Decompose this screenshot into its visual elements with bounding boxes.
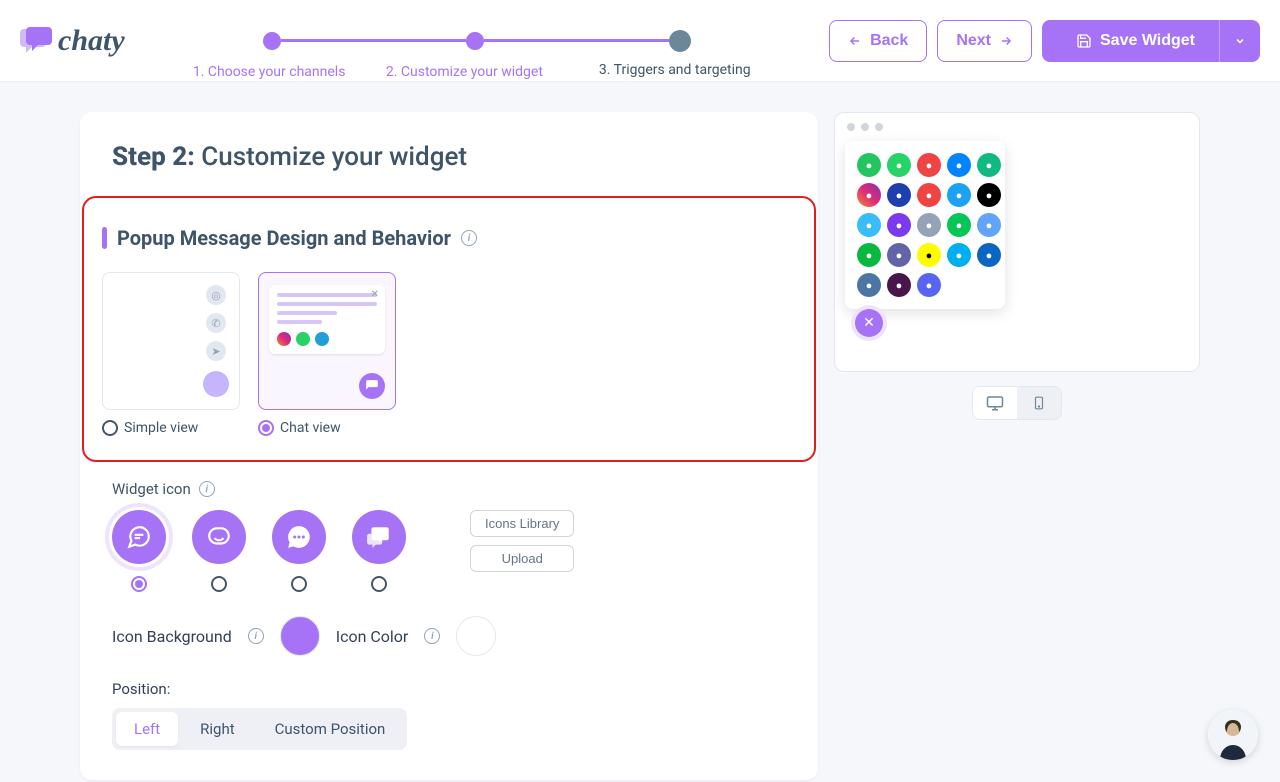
chat-lines-icon xyxy=(126,524,152,550)
page-title: Step 2: Customize your widget xyxy=(80,142,818,196)
instagram-icon[interactable]: ● xyxy=(857,183,881,207)
dots-bubble-icon xyxy=(286,524,312,550)
support-avatar[interactable] xyxy=(1208,710,1258,760)
simple-view-preview: ◎ ✆ ➤ xyxy=(102,272,240,410)
upload-button[interactable]: Upload xyxy=(470,545,574,572)
widget-bubble-icon xyxy=(203,371,229,397)
logo: chaty xyxy=(20,24,125,58)
close-icon: ✕ xyxy=(371,289,379,300)
save-widget-button[interactable]: Save Widget xyxy=(1042,20,1260,62)
back-button[interactable]: Back xyxy=(829,20,927,62)
section-title: Popup Message Design and Behavior xyxy=(117,226,451,250)
widget-icon-section: Widget icon i xyxy=(80,462,818,750)
double-bubble-icon xyxy=(366,524,392,550)
mobile-icon xyxy=(1032,394,1046,412)
messenger-icon[interactable]: ● xyxy=(947,153,971,177)
snapchat-icon[interactable]: ● xyxy=(917,243,941,267)
step-label-2[interactable]: 2. Customize your widget xyxy=(386,64,543,80)
step-dot-1[interactable] xyxy=(263,32,281,50)
device-mobile[interactable] xyxy=(1017,387,1061,419)
maps-icon[interactable]: ● xyxy=(977,153,1001,177)
whatsapp-icon: ✆ xyxy=(206,313,226,333)
widget-icon-label: Widget icon xyxy=(112,480,191,498)
position-label: Position: xyxy=(112,680,786,698)
save-dropdown-toggle[interactable] xyxy=(1219,20,1260,62)
position-segmented: Left Right Custom Position xyxy=(112,708,407,750)
preview-panel: ●●●●●●●●●●●●●●●●●●●●●●● ✕ xyxy=(834,112,1200,780)
view-option-chat[interactable]: ✕ xyxy=(258,272,396,436)
info-icon[interactable]: i xyxy=(424,628,440,644)
widget-icon-option-4[interactable] xyxy=(352,510,406,592)
preview-window: ●●●●●●●●●●●●●●●●●●●●●●● ✕ xyxy=(834,112,1200,372)
viber-icon[interactable]: ● xyxy=(887,213,911,237)
step-dot-3[interactable] xyxy=(669,30,691,52)
channel-popup: ●●●●●●●●●●●●●●●●●●●●●●● xyxy=(845,141,1005,309)
arrow-right-icon xyxy=(999,34,1013,48)
next-button[interactable]: Next xyxy=(937,20,1032,62)
step-label-3[interactable]: 3. Triggers and targeting xyxy=(599,62,751,78)
slack-icon[interactable]: ● xyxy=(887,273,911,297)
instagram-icon: ◎ xyxy=(206,285,226,305)
vk-icon[interactable]: ● xyxy=(857,273,881,297)
widget-close-fab[interactable]: ✕ xyxy=(855,309,883,337)
save-icon xyxy=(1076,33,1092,49)
step-label-1[interactable]: 1. Choose your channels xyxy=(193,64,346,80)
position-left[interactable]: Left xyxy=(116,712,178,746)
tiktok-icon[interactable]: ● xyxy=(977,183,1001,207)
linkedin-icon[interactable]: ● xyxy=(977,243,1001,267)
info-icon[interactable]: i xyxy=(461,230,477,246)
widget-icon-option-2[interactable] xyxy=(192,510,246,592)
device-toggle xyxy=(972,386,1062,420)
chat-view-preview: ✕ xyxy=(258,272,396,410)
contact-icon[interactable]: ● xyxy=(887,183,911,207)
icon-color-swatch[interactable] xyxy=(456,616,496,656)
chat-view-radio[interactable]: Chat view xyxy=(258,420,396,436)
traffic-lights xyxy=(835,113,1199,141)
info-icon[interactable]: i xyxy=(199,481,215,497)
widget-icon-option-3[interactable] xyxy=(272,510,326,592)
logo-text: chaty xyxy=(58,24,125,58)
icon-color-label: Icon Color xyxy=(336,627,409,646)
topbar: chaty 1. Choose your channels 2. Customi… xyxy=(0,0,1280,82)
email-icon[interactable]: ● xyxy=(917,153,941,177)
desktop-icon xyxy=(986,394,1004,412)
smile-bubble-icon xyxy=(206,524,232,550)
phone-icon[interactable]: ● xyxy=(857,153,881,177)
step-line-1 xyxy=(281,39,466,42)
skype-icon[interactable]: ● xyxy=(947,243,971,267)
telegram-icon[interactable]: ● xyxy=(857,213,881,237)
step-line-2 xyxy=(484,39,669,42)
widget-bubble-icon xyxy=(359,373,385,399)
sms-icon[interactable]: ● xyxy=(917,183,941,207)
whatsapp-icon[interactable]: ● xyxy=(887,153,911,177)
form-icon[interactable]: ● xyxy=(917,213,941,237)
arrow-left-icon xyxy=(848,34,862,48)
twitter-icon[interactable]: ● xyxy=(947,183,971,207)
discord-icon[interactable]: ● xyxy=(917,273,941,297)
device-desktop[interactable] xyxy=(973,387,1017,419)
chat-icon[interactable]: ● xyxy=(977,213,1001,237)
popup-design-section: Popup Message Design and Behavior i ◎ ✆ … xyxy=(82,196,816,462)
config-card: Step 2: Customize your widget Popup Mess… xyxy=(80,112,818,780)
line-icon[interactable]: ● xyxy=(947,213,971,237)
chevron-down-icon xyxy=(1234,35,1246,47)
top-actions: Back Next Save Widget xyxy=(829,20,1260,62)
wechat-icon[interactable]: ● xyxy=(857,243,881,267)
simple-view-radio[interactable]: Simple view xyxy=(102,420,240,436)
icon-bg-swatch[interactable] xyxy=(280,616,320,656)
telegram-icon: ➤ xyxy=(206,341,226,361)
step-dot-2[interactable] xyxy=(466,32,484,50)
section-accent xyxy=(102,227,107,249)
view-option-simple[interactable]: ◎ ✆ ➤ Simple view xyxy=(102,272,240,436)
position-right[interactable]: Right xyxy=(182,712,252,746)
icon-bg-label: Icon Background xyxy=(112,627,232,646)
chat-icon xyxy=(20,27,52,55)
info-icon[interactable]: i xyxy=(248,628,264,644)
teams-icon[interactable]: ● xyxy=(887,243,911,267)
icons-library-button[interactable]: Icons Library xyxy=(470,510,574,537)
stepper: 1. Choose your channels 2. Customize you… xyxy=(155,30,799,52)
position-custom[interactable]: Custom Position xyxy=(257,712,404,746)
widget-icon-option-1[interactable] xyxy=(112,510,166,592)
